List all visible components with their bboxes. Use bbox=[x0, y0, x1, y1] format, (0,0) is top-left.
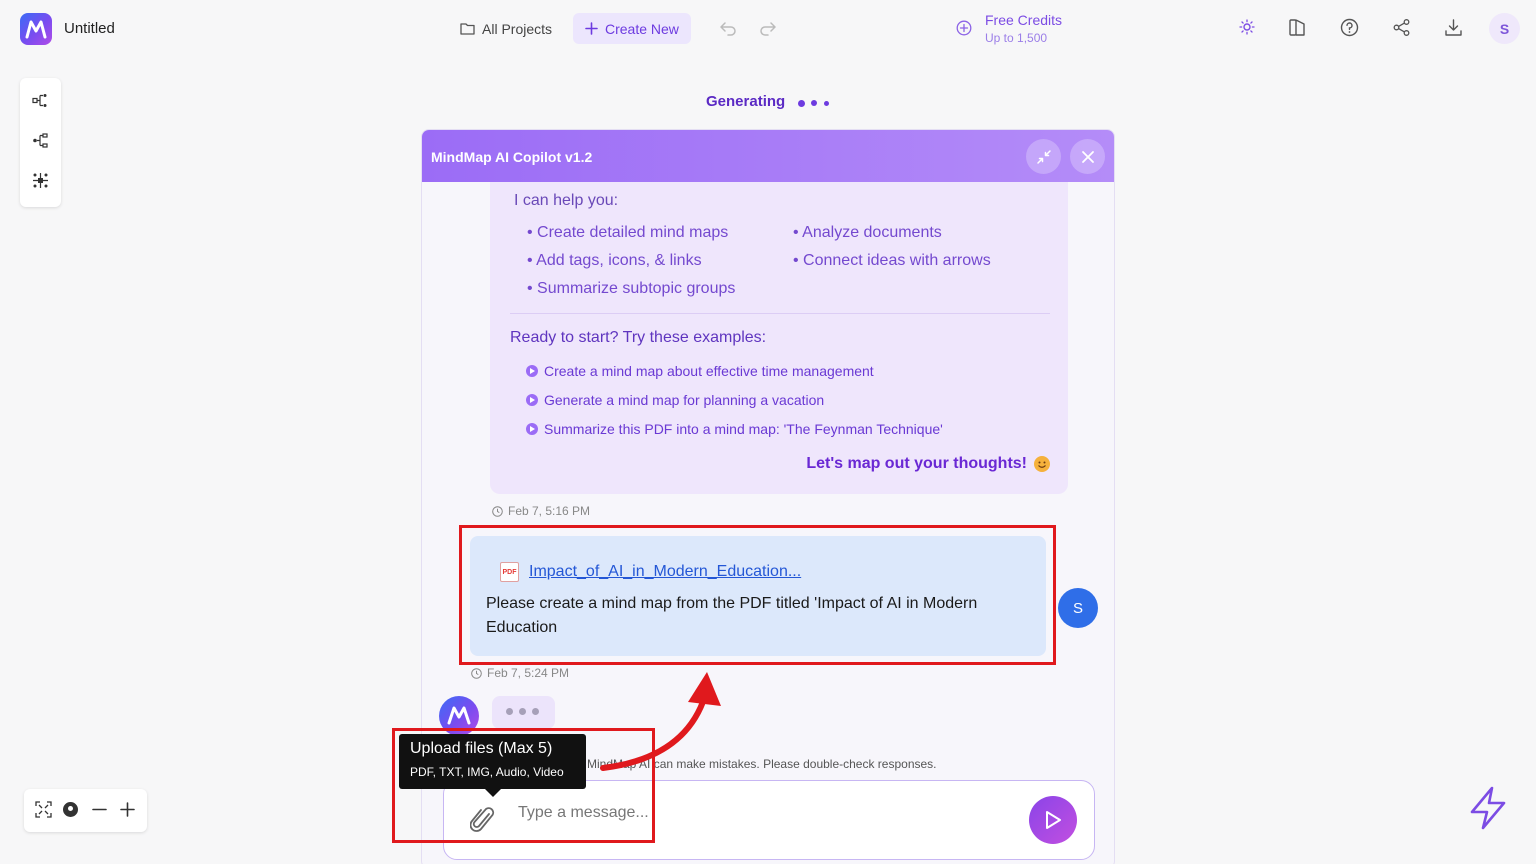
plus-icon bbox=[585, 22, 598, 35]
help-icon[interactable] bbox=[1340, 18, 1359, 37]
credits-title: Free Credits bbox=[985, 12, 1063, 28]
play-icon bbox=[526, 394, 538, 406]
cta-text: Let's map out your thoughts! bbox=[806, 455, 1050, 473]
send-play-icon bbox=[1046, 811, 1061, 829]
user-avatar[interactable]: S bbox=[1489, 13, 1520, 44]
copilot-header: MindMap AI Copilot v1.2 bbox=[422, 130, 1114, 182]
layout-icon[interactable] bbox=[1288, 18, 1307, 37]
example-prompt[interactable]: Generate a mind map for planning a vacat… bbox=[526, 392, 824, 408]
upload-tooltip: Upload files (Max 5) PDF, TXT, IMG, Audi… bbox=[399, 734, 586, 797]
play-icon bbox=[526, 423, 538, 435]
create-new-button[interactable]: Create New bbox=[573, 13, 691, 44]
divider bbox=[510, 313, 1050, 314]
zoom-toolbar bbox=[24, 789, 147, 832]
highlight-user-message bbox=[459, 525, 1056, 665]
typing-dot bbox=[519, 708, 526, 715]
document-title[interactable]: Untitled bbox=[64, 20, 115, 37]
share-icon[interactable] bbox=[1392, 18, 1411, 37]
tooltip-subtitle: PDF, TXT, IMG, Audio, Video bbox=[410, 765, 564, 779]
play-icon bbox=[526, 365, 538, 377]
clock-icon bbox=[492, 505, 503, 517]
credits-subtitle: Up to 1,500 bbox=[985, 31, 1048, 45]
create-new-label: Create New bbox=[605, 20, 679, 37]
generating-dot bbox=[824, 101, 829, 106]
capability-item: • Summarize subtopic groups bbox=[527, 280, 736, 297]
capability-item: • Add tags, icons, & links bbox=[527, 252, 702, 269]
smiley-icon bbox=[1034, 456, 1050, 472]
close-button[interactable] bbox=[1070, 139, 1105, 174]
layout-radial-icon[interactable] bbox=[32, 172, 49, 189]
all-projects-label: All Projects bbox=[482, 20, 553, 37]
clock-icon bbox=[471, 667, 482, 679]
minimize-button[interactable] bbox=[1026, 139, 1061, 174]
tooltip-title: Upload files (Max 5) bbox=[410, 740, 553, 757]
generating-dot bbox=[811, 100, 817, 106]
fit-screen-icon[interactable] bbox=[35, 801, 52, 818]
download-icon[interactable] bbox=[1444, 18, 1463, 37]
folder-icon bbox=[460, 23, 475, 35]
zoom-in-icon[interactable] bbox=[119, 801, 136, 818]
annotation-arrow-icon bbox=[600, 672, 721, 771]
example-prompt-text: Generate a mind map for planning a vacat… bbox=[544, 392, 825, 408]
typing-dot bbox=[506, 708, 513, 715]
timestamp-text: Feb 7, 5:24 PM bbox=[487, 666, 570, 680]
layout-toolbar bbox=[20, 78, 61, 207]
redo-icon[interactable] bbox=[758, 19, 778, 37]
undo-icon[interactable] bbox=[718, 19, 738, 37]
minimize-icon bbox=[1036, 149, 1051, 164]
example-prompt[interactable]: Summarize this PDF into a mind map: 'The… bbox=[526, 421, 943, 437]
message-timestamp: Feb 7, 5:24 PM bbox=[471, 666, 569, 680]
location-icon[interactable] bbox=[62, 801, 79, 818]
lightning-icon[interactable] bbox=[1468, 786, 1508, 830]
generating-status: Generating bbox=[706, 93, 786, 110]
typing-dot bbox=[532, 708, 539, 715]
zoom-out-icon[interactable] bbox=[91, 801, 108, 818]
capability-item: • Connect ideas with arrows bbox=[793, 252, 991, 269]
bot-welcome-message: I can help you: • Create detailed mind m… bbox=[490, 182, 1068, 494]
layout-right-icon[interactable] bbox=[32, 93, 49, 108]
message-timestamp: Feb 7, 5:16 PM bbox=[492, 504, 590, 518]
generating-dot bbox=[798, 100, 805, 107]
send-button[interactable] bbox=[1029, 796, 1077, 844]
theme-sun-icon[interactable] bbox=[1238, 18, 1256, 36]
app-logo[interactable] bbox=[20, 13, 52, 45]
capability-item: • Analyze documents bbox=[793, 224, 942, 241]
layout-tree-icon[interactable] bbox=[32, 133, 49, 148]
top-bar: Untitled All Projects Create New Free Cr… bbox=[0, 0, 1536, 56]
logo-m-icon bbox=[25, 20, 47, 39]
timestamp-text: Feb 7, 5:16 PM bbox=[508, 504, 591, 518]
user-message-avatar: S bbox=[1058, 588, 1098, 628]
example-prompt-text: Summarize this PDF into a mind map: 'The… bbox=[544, 421, 943, 437]
examples-heading: Ready to start? Try these examples: bbox=[510, 329, 767, 346]
close-icon bbox=[1081, 150, 1094, 163]
all-projects-button[interactable]: All Projects bbox=[448, 13, 564, 44]
plus-circle-icon bbox=[956, 20, 972, 36]
logo-m-icon bbox=[447, 706, 471, 725]
help-intro: I can help you: bbox=[514, 192, 619, 209]
example-prompt-text: Create a mind map about effective time m… bbox=[544, 363, 874, 379]
capability-item: • Create detailed mind maps bbox=[527, 224, 729, 241]
example-prompt[interactable]: Create a mind map about effective time m… bbox=[526, 363, 874, 379]
typing-indicator bbox=[492, 696, 555, 729]
copilot-title: MindMap AI Copilot v1.2 bbox=[431, 149, 593, 165]
cta-label: Let's map out your thoughts! bbox=[806, 455, 1027, 472]
